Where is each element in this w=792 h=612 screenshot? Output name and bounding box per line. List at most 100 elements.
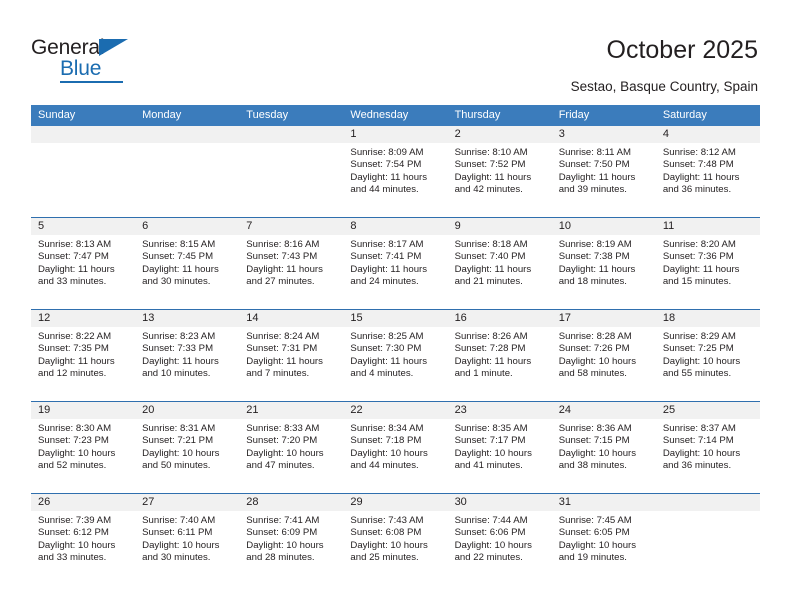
day-number: 21 [239, 402, 344, 419]
daylight-text: Daylight: 10 hours and 47 minutes. [246, 447, 324, 472]
day-number: 4 [655, 126, 760, 143]
sunrise-text: Sunrise: 8:12 AM [662, 147, 736, 158]
day-number: 29 [343, 494, 448, 511]
daylight-text: Daylight: 10 hours and 22 minutes. [454, 539, 532, 564]
calendar-day-cell[interactable]: 20 Sunrise: 8:31 AM Sunset: 7:21 PM Dayligh… [135, 402, 240, 493]
sunrise-text: Sunrise: 7:41 AM [246, 515, 320, 526]
day-sun-info: Sunrise: 8:30 AM Sunset: 7:23 PM Daylight:… [31, 419, 135, 473]
day-sun-info: Sunrise: 7:45 AM Sunset: 6:05 PM Daylight:… [552, 511, 656, 565]
day-sun-info: Sunrise: 8:22 AM Sunset: 7:35 PM Daylight:… [31, 327, 135, 381]
day-number: 10 [551, 218, 656, 235]
day-number: 6 [135, 218, 240, 235]
daylight-text: Daylight: 11 hours and 15 minutes. [662, 263, 740, 288]
sunrise-text: Sunrise: 7:45 AM [558, 515, 632, 526]
calendar-day-cell[interactable]: 26 Sunrise: 7:39 AM Sunset: 6:12 PM Dayligh… [31, 494, 136, 585]
daylight-text: Daylight: 11 hours and 44 minutes. [350, 171, 428, 196]
daylight-text: Daylight: 11 hours and 36 minutes. [662, 171, 740, 196]
sunrise-text: Sunrise: 8:22 AM [38, 331, 112, 342]
sunset-text: Sunset: 7:54 PM [350, 159, 422, 171]
day-sun-info: Sunrise: 7:44 AM Sunset: 6:06 PM Daylight:… [448, 511, 552, 565]
calendar-day-cell[interactable]: 2 Sunrise: 8:10 AM Sunset: 7:52 PM Daylight… [447, 126, 552, 217]
calendar-day-cell[interactable]: 25 Sunrise: 8:37 AM Sunset: 7:14 PM Dayligh… [655, 402, 760, 493]
sunrise-text: Sunrise: 8:19 AM [558, 239, 632, 250]
weekday-header-saturday: Saturday [662, 109, 707, 121]
day-number [31, 126, 136, 143]
daylight-text: Daylight: 11 hours and 7 minutes. [246, 355, 323, 380]
calendar-day-cell[interactable]: 12 Sunrise: 8:22 AM Sunset: 7:35 PM Dayligh… [31, 310, 136, 401]
sunrise-text: Sunrise: 8:36 AM [558, 423, 632, 434]
calendar-day-cell[interactable]: 27 Sunrise: 7:40 AM Sunset: 6:11 PM Dayligh… [135, 494, 240, 585]
calendar-day-cell[interactable]: 6 Sunrise: 8:15 AM Sunset: 7:45 PM Daylight… [135, 218, 240, 309]
calendar-day-cell[interactable]: 11 Sunrise: 8:20 AM Sunset: 7:36 PM Dayligh… [655, 218, 760, 309]
calendar-day-cell[interactable]: 4 Sunrise: 8:12 AM Sunset: 7:48 PM Daylight… [655, 126, 760, 217]
calendar-day-cell[interactable]: 5 Sunrise: 8:13 AM Sunset: 7:47 PM Daylight… [31, 218, 136, 309]
sunrise-text: Sunrise: 8:33 AM [246, 423, 320, 434]
calendar-day-cell[interactable]: 13 Sunrise: 8:23 AM Sunset: 7:33 PM Dayligh… [135, 310, 240, 401]
day-number: 14 [239, 310, 344, 327]
calendar-day-cell[interactable]: 29 Sunrise: 7:43 AM Sunset: 6:08 PM Dayligh… [343, 494, 448, 585]
sunrise-text: Sunrise: 8:35 AM [454, 423, 528, 434]
sunset-text: Sunset: 7:48 PM [662, 159, 734, 171]
day-sun-info: Sunrise: 8:34 AM Sunset: 7:18 PM Daylight:… [343, 419, 447, 473]
weekday-header-row: Sunday Monday Tuesday Wednesday Thursday… [31, 105, 760, 126]
sunset-text: Sunset: 7:45 PM [142, 251, 214, 263]
day-sun-info: Sunrise: 8:19 AM Sunset: 7:38 PM Daylight:… [552, 235, 656, 289]
day-number: 15 [343, 310, 448, 327]
calendar-day-cell[interactable]: 7 Sunrise: 8:16 AM Sunset: 7:43 PM Daylight… [239, 218, 344, 309]
sunrise-text: Sunrise: 8:26 AM [454, 331, 528, 342]
calendar-day-cell[interactable]: 30 Sunrise: 7:44 AM Sunset: 6:06 PM Dayligh… [447, 494, 552, 585]
day-sun-info: Sunrise: 8:31 AM Sunset: 7:21 PM Daylight:… [135, 419, 239, 473]
sunset-text: Sunset: 7:41 PM [350, 251, 422, 263]
sunrise-text: Sunrise: 8:15 AM [142, 239, 216, 250]
daylight-text: Daylight: 11 hours and 18 minutes. [558, 263, 636, 288]
calendar-day-cell[interactable]: 1 Sunrise: 8:09 AM Sunset: 7:54 PM Daylight… [343, 126, 448, 217]
sunrise-text: Sunrise: 8:23 AM [142, 331, 216, 342]
day-sun-info: Sunrise: 8:36 AM Sunset: 7:15 PM Daylight:… [552, 419, 656, 473]
sunset-text: Sunset: 7:25 PM [662, 343, 734, 355]
calendar-day-cell[interactable]: 19 Sunrise: 8:30 AM Sunset: 7:23 PM Dayligh… [31, 402, 136, 493]
day-sun-info: Sunrise: 8:25 AM Sunset: 7:30 PM Daylight:… [343, 327, 447, 381]
calendar-day-cell[interactable]: 3 Sunrise: 8:11 AM Sunset: 7:50 PM Daylight… [551, 126, 656, 217]
day-number: 13 [135, 310, 240, 327]
daylight-text: Daylight: 10 hours and 58 minutes. [558, 355, 637, 380]
sunset-text: Sunset: 7:31 PM [246, 343, 318, 355]
logo-underline [60, 81, 123, 83]
sunrise-text: Sunrise: 8:10 AM [454, 147, 528, 158]
daylight-text: Daylight: 10 hours and 30 minutes. [142, 539, 220, 564]
sunrise-text: Sunrise: 7:43 AM [350, 515, 424, 526]
calendar-day-cell[interactable]: 14 Sunrise: 8:24 AM Sunset: 7:31 PM Dayligh… [239, 310, 344, 401]
page-subtitle-location: Sestao, Basque Country, Spain [570, 79, 758, 94]
calendar-week-row: 12 Sunrise: 8:22 AM Sunset: 7:35 PM Dayligh… [31, 309, 760, 401]
day-sun-info: Sunrise: 8:10 AM Sunset: 7:52 PM Daylight:… [448, 143, 552, 197]
sunset-text: Sunset: 7:30 PM [350, 343, 422, 355]
calendar-day-cell[interactable]: 18 Sunrise: 8:29 AM Sunset: 7:25 PM Dayligh… [655, 310, 760, 401]
calendar-day-cell[interactable]: 8 Sunrise: 8:17 AM Sunset: 7:41 PM Daylight… [343, 218, 448, 309]
calendar-day-cell[interactable]: 24 Sunrise: 8:36 AM Sunset: 7:15 PM Dayligh… [551, 402, 656, 493]
calendar-day-cell[interactable]: 16 Sunrise: 8:26 AM Sunset: 7:28 PM Dayligh… [447, 310, 552, 401]
calendar-day-cell[interactable]: 31 Sunrise: 7:45 AM Sunset: 6:05 PM Dayligh… [551, 494, 656, 585]
calendar-day-cell-empty [239, 126, 344, 217]
sunset-text: Sunset: 6:09 PM [246, 527, 318, 539]
day-number [135, 126, 240, 143]
day-sun-info: Sunrise: 8:11 AM Sunset: 7:50 PM Daylight:… [552, 143, 656, 197]
calendar-day-cell[interactable]: 28 Sunrise: 7:41 AM Sunset: 6:09 PM Dayligh… [239, 494, 344, 585]
day-sun-info: Sunrise: 8:12 AM Sunset: 7:48 PM Daylight:… [656, 143, 760, 197]
sunrise-text: Sunrise: 7:39 AM [38, 515, 112, 526]
daylight-text: Daylight: 11 hours and 30 minutes. [142, 263, 219, 288]
day-sun-info: Sunrise: 8:35 AM Sunset: 7:17 PM Daylight:… [448, 419, 552, 473]
daylight-text: Daylight: 10 hours and 50 minutes. [142, 447, 220, 472]
sunrise-text: Sunrise: 8:34 AM [350, 423, 424, 434]
sunset-text: Sunset: 6:05 PM [558, 527, 630, 539]
calendar-day-cell[interactable]: 17 Sunrise: 8:28 AM Sunset: 7:26 PM Dayligh… [551, 310, 656, 401]
sunset-text: Sunset: 7:43 PM [246, 251, 318, 263]
calendar-page: General Blue October 2025 Sestao, Basque… [0, 0, 792, 612]
calendar-day-cell[interactable]: 22 Sunrise: 8:34 AM Sunset: 7:18 PM Dayligh… [343, 402, 448, 493]
calendar-grid: Sunday Monday Tuesday Wednesday Thursday… [31, 105, 760, 585]
calendar-day-cell[interactable]: 23 Sunrise: 8:35 AM Sunset: 7:17 PM Dayligh… [447, 402, 552, 493]
daylight-text: Daylight: 10 hours and 19 minutes. [558, 539, 637, 564]
calendar-day-cell[interactable]: 15 Sunrise: 8:25 AM Sunset: 7:30 PM Dayligh… [343, 310, 448, 401]
calendar-day-cell[interactable]: 10 Sunrise: 8:19 AM Sunset: 7:38 PM Dayligh… [551, 218, 656, 309]
calendar-day-cell[interactable]: 9 Sunrise: 8:18 AM Sunset: 7:40 PM Daylight… [447, 218, 552, 309]
day-number: 22 [343, 402, 448, 419]
calendar-day-cell[interactable]: 21 Sunrise: 8:33 AM Sunset: 7:20 PM Dayligh… [239, 402, 344, 493]
